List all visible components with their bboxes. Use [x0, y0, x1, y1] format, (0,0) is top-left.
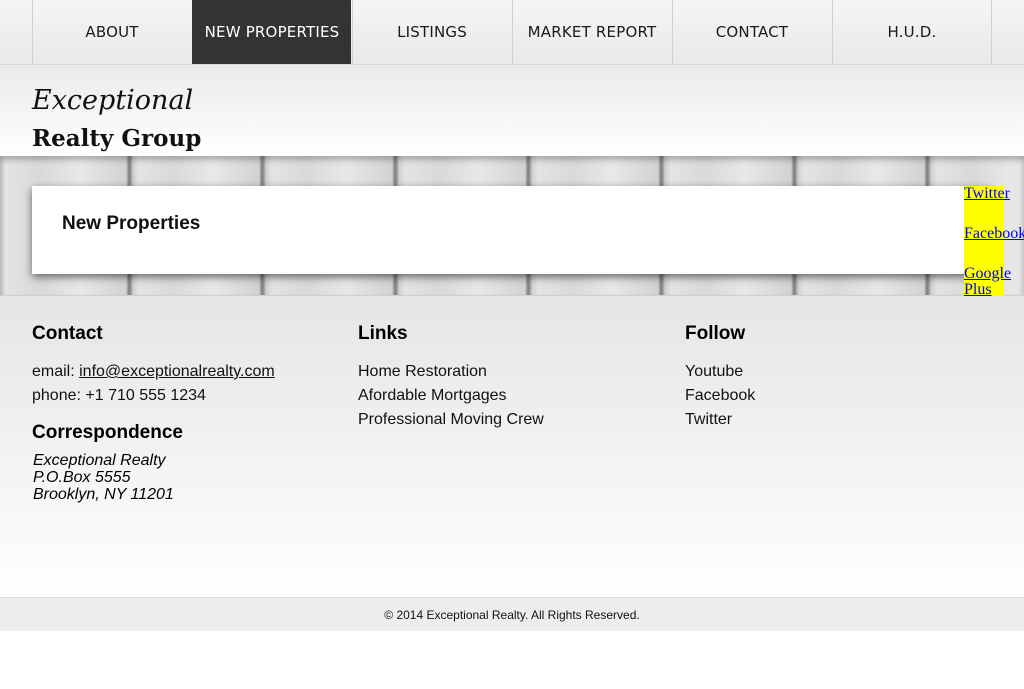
nav-item-new-properties[interactable]: NEW PROPERTIES [192, 0, 351, 64]
nav-item-hud[interactable]: H.U.D. [832, 0, 991, 64]
logo-script-text[interactable]: Exceptional [32, 85, 193, 116]
copyright-text: © 2014 Exceptional Realty. All Rights Re… [384, 607, 640, 622]
social-links-panel: Twitter Facebook Google Plus [964, 186, 1024, 304]
address-line-3: Brooklyn, NY 11201 [33, 486, 174, 503]
nav-item-listings[interactable]: LISTINGS [352, 0, 511, 64]
copyright-bar: © 2014 Exceptional Realty. All Rights Re… [0, 597, 1024, 631]
follow-twitter[interactable]: Twitter [685, 411, 732, 429]
page-title: New Properties [62, 213, 201, 234]
logo-text[interactable]: Realty Group [32, 125, 201, 152]
follow-heading: Follow [685, 323, 746, 344]
contact-heading: Contact [32, 323, 103, 344]
nav-item-contact[interactable]: CONTACT [672, 0, 831, 64]
email-line: email: info@exceptionalrealty.com [32, 363, 275, 381]
link-professional-moving-crew[interactable]: Professional Moving Crew [358, 411, 544, 429]
nav-item-market-report[interactable]: MARKET REPORT [512, 0, 671, 64]
phone-line: phone: +1 710 555 1234 [32, 387, 206, 404]
follow-facebook[interactable]: Facebook [685, 387, 755, 405]
site-header: Exceptional Realty Group [0, 65, 1024, 156]
nav-item-about[interactable]: ABOUT [32, 0, 191, 64]
address-line-2: P.O.Box 5555 [33, 469, 131, 486]
email-label: email: [32, 363, 80, 380]
correspondence-heading: Correspondence [32, 422, 183, 443]
follow-youtube[interactable]: Youtube [685, 363, 743, 381]
nav-divider [991, 0, 992, 64]
links-heading: Links [358, 323, 408, 344]
twitter-link[interactable]: Twitter [964, 186, 1010, 202]
content-panel: New Properties [32, 186, 992, 274]
email-link[interactable]: info@exceptionalrealty.com [79, 363, 275, 380]
google-plus-link[interactable]: Google [964, 266, 1011, 282]
top-nav: ABOUT NEW PROPERTIES LISTINGS MARKET REP… [0, 0, 1024, 65]
facebook-link[interactable]: Facebook [964, 226, 1024, 242]
link-home-restoration[interactable]: Home Restoration [358, 363, 487, 381]
address-line-1: Exceptional Realty [33, 452, 166, 469]
footer: Contact email: info@exceptionalrealty.co… [0, 296, 1024, 597]
link-afordable-mortgages[interactable]: Afordable Mortgages [358, 387, 507, 405]
